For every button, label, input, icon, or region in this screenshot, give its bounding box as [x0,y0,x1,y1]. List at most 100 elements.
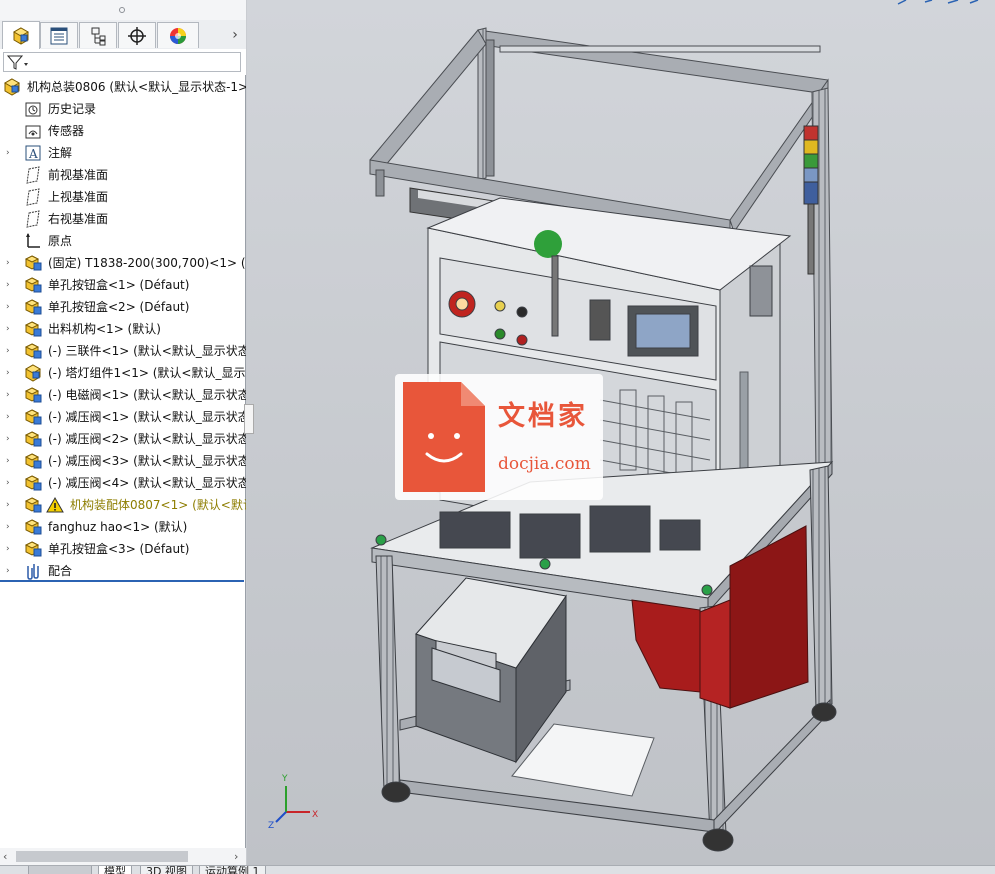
filter-bar [0,49,246,75]
subassembly-icon [24,475,42,491]
svg-text:A: A [28,147,38,161]
expand-arrow-icon[interactable]: › [6,367,14,379]
expand-arrow-icon[interactable]: › [6,565,14,577]
tree-item-label: 传感器 [48,124,85,138]
tree-item[interactable]: 传感器 [0,120,244,142]
tree-item[interactable]: › (-) 三联件<1> (默认<默认_显示状态 [0,340,246,362]
tree-item[interactable]: › A 注解 [0,142,244,164]
tree-item[interactable]: › (-) 电磁阀<1> (默认<默认_显示状态 [0,384,246,406]
configuration-icon [91,27,106,45]
expand-arrow-icon[interactable]: › [6,147,14,159]
mates-icon [27,564,39,580]
tree-item-label: 原点 [48,234,73,248]
dimxpert-tab[interactable] [118,22,156,48]
subassembly-icon [24,277,42,293]
triad-y-label: Y [281,774,288,784]
crosshair-icon [128,26,146,45]
triad-z-label: Z [268,821,274,831]
tree-item-label: 出料机构<1> (默认) [48,322,161,336]
annotation-icon: A [25,145,41,161]
viewport-heads-up-fragment [897,0,979,5]
tree-item-label: 单孔按钮盒<2> (Défaut) [48,300,190,314]
appearance-ball-icon [170,27,186,44]
tree-item[interactable]: › 单孔按钮盒<2> (Défaut) [0,296,244,318]
expand-arrow-icon[interactable]: › [6,411,14,423]
subassembly-icon [24,409,42,425]
tree-item[interactable]: 上视基准面 [0,186,244,208]
tree-item[interactable]: › (-) 减压阀<1> (默认<默认_显示状态 [0,406,246,428]
tree-item[interactable]: 前视基准面 [0,164,244,186]
expand-arrow-icon[interactable]: › [6,279,14,291]
expand-arrow-icon[interactable]: › [6,345,14,357]
splitter-grip-icon[interactable] [119,7,125,13]
tree-item[interactable]: › 配合 [0,560,244,581]
tree-item[interactable]: › 出料机构<1> (默认) [0,318,244,340]
expand-arrow-icon[interactable]: › [6,389,14,401]
featuremanager-tab[interactable] [2,21,40,49]
scroll-thumb[interactable] [16,851,188,862]
warning-icon [46,496,64,513]
expand-arrow-icon[interactable]: › [6,323,14,335]
tree-item-label: 右视基准面 [48,212,109,226]
tree-item-label: 注解 [48,146,73,160]
pane-splitter[interactable] [0,0,246,20]
configurationmanager-tab[interactable] [79,22,117,48]
assembly-icon [24,364,42,382]
scroll-right-icon[interactable]: › [234,848,238,865]
sensor-icon [25,125,41,139]
expand-arrow-icon[interactable]: › [6,257,14,269]
subassembly-icon [24,255,42,271]
tree-item-label: (-) 减压阀<2> (默认<默认_显示状态 [48,432,246,446]
tree-item[interactable]: 机构总装0806 (默认<默认_显示状态-1> [0,76,246,98]
propertymanager-tab[interactable] [40,22,78,48]
tree-item[interactable]: 原点 [0,230,244,252]
expand-arrow-icon[interactable]: › [6,543,14,555]
tree-item[interactable]: › fanghuz hao<1> (默认) [0,516,244,538]
tree-item-label: (-) 三联件<1> (默认<默认_显示状态 [48,344,246,358]
tab-scroll-right-icon[interactable]: › [228,26,242,44]
tree-item[interactable]: › (-) 塔灯组件1<1> (默认<默认_显示状 [0,362,246,384]
tree-item-label: (-) 减压阀<3> (默认<默认_显示状态 [48,454,246,468]
tree-item-label: 前视基准面 [48,168,109,182]
scroll-left-icon[interactable]: ‹ [3,848,7,865]
subassembly-icon [24,453,42,469]
expand-arrow-icon[interactable]: › [6,433,14,445]
expand-arrow-icon[interactable]: › [6,455,14,467]
plane-icon [26,166,40,184]
tree-filter-input[interactable] [3,52,241,72]
watermark-document-icon [403,382,485,492]
tree-item[interactable]: › 单孔按钮盒<3> (Défaut) [0,538,244,560]
expand-arrow-icon[interactable]: › [6,499,14,511]
tree-item[interactable]: › (固定) T1838-200(300,700)<1> (De [0,252,246,274]
expand-arrow-icon[interactable]: › [6,521,14,533]
watermark-text-en: docjia.com [498,454,591,474]
subassembly-icon [24,519,42,535]
tree-item-label: fanghuz hao<1> (默认) [48,520,188,534]
tree-item[interactable]: › (-) 减压阀<4> (默认<默认_显示状态 [0,472,246,494]
subassembly-icon [24,343,42,359]
expand-arrow-icon[interactable]: › [6,477,14,489]
tree-item[interactable]: › (-) 减压阀<2> (默认<默认_显示状态 [0,428,246,450]
feature-tree: 机构总装0806 (默认<默认_显示状态-1> 历史记录传感器 › A 注解前视基准面上… [0,76,246,581]
tree-end-marker [0,580,244,582]
subassembly-icon [24,497,42,513]
machine-assembly-model[interactable]: X Y Z [247,0,995,865]
display-manager-tab[interactable] [157,22,199,48]
expand-arrow-icon[interactable]: › [6,301,14,313]
property-list-icon [50,27,68,44]
graphics-viewport[interactable]: X Y Z 文档家 docjia.com [247,0,995,865]
tree-item[interactable]: › (-) 减压阀<3> (默认<默认_显示状态 [0,450,246,472]
tree-item[interactable]: › 机构装配体0807<1> (默认<默认 [0,494,246,516]
origin-icon [26,233,40,248]
subassembly-icon [24,321,42,337]
tree-item-label: 历史记录 [48,102,97,116]
tree-item[interactable]: 右视基准面 [0,208,244,230]
tree-item-label: 单孔按钮盒<1> (Défaut) [48,278,190,292]
tree-item[interactable]: 历史记录 [0,98,244,120]
tree-item-label: 配合 [48,564,73,578]
filter-icon[interactable] [5,53,31,71]
tree-vertical-scroll-handle[interactable] [244,404,254,434]
tree-item[interactable]: › 单孔按钮盒<1> (Défaut) [0,274,244,296]
subassembly-icon [24,387,42,403]
tree-horizontal-scrollbar[interactable]: ‹ › [0,848,246,865]
